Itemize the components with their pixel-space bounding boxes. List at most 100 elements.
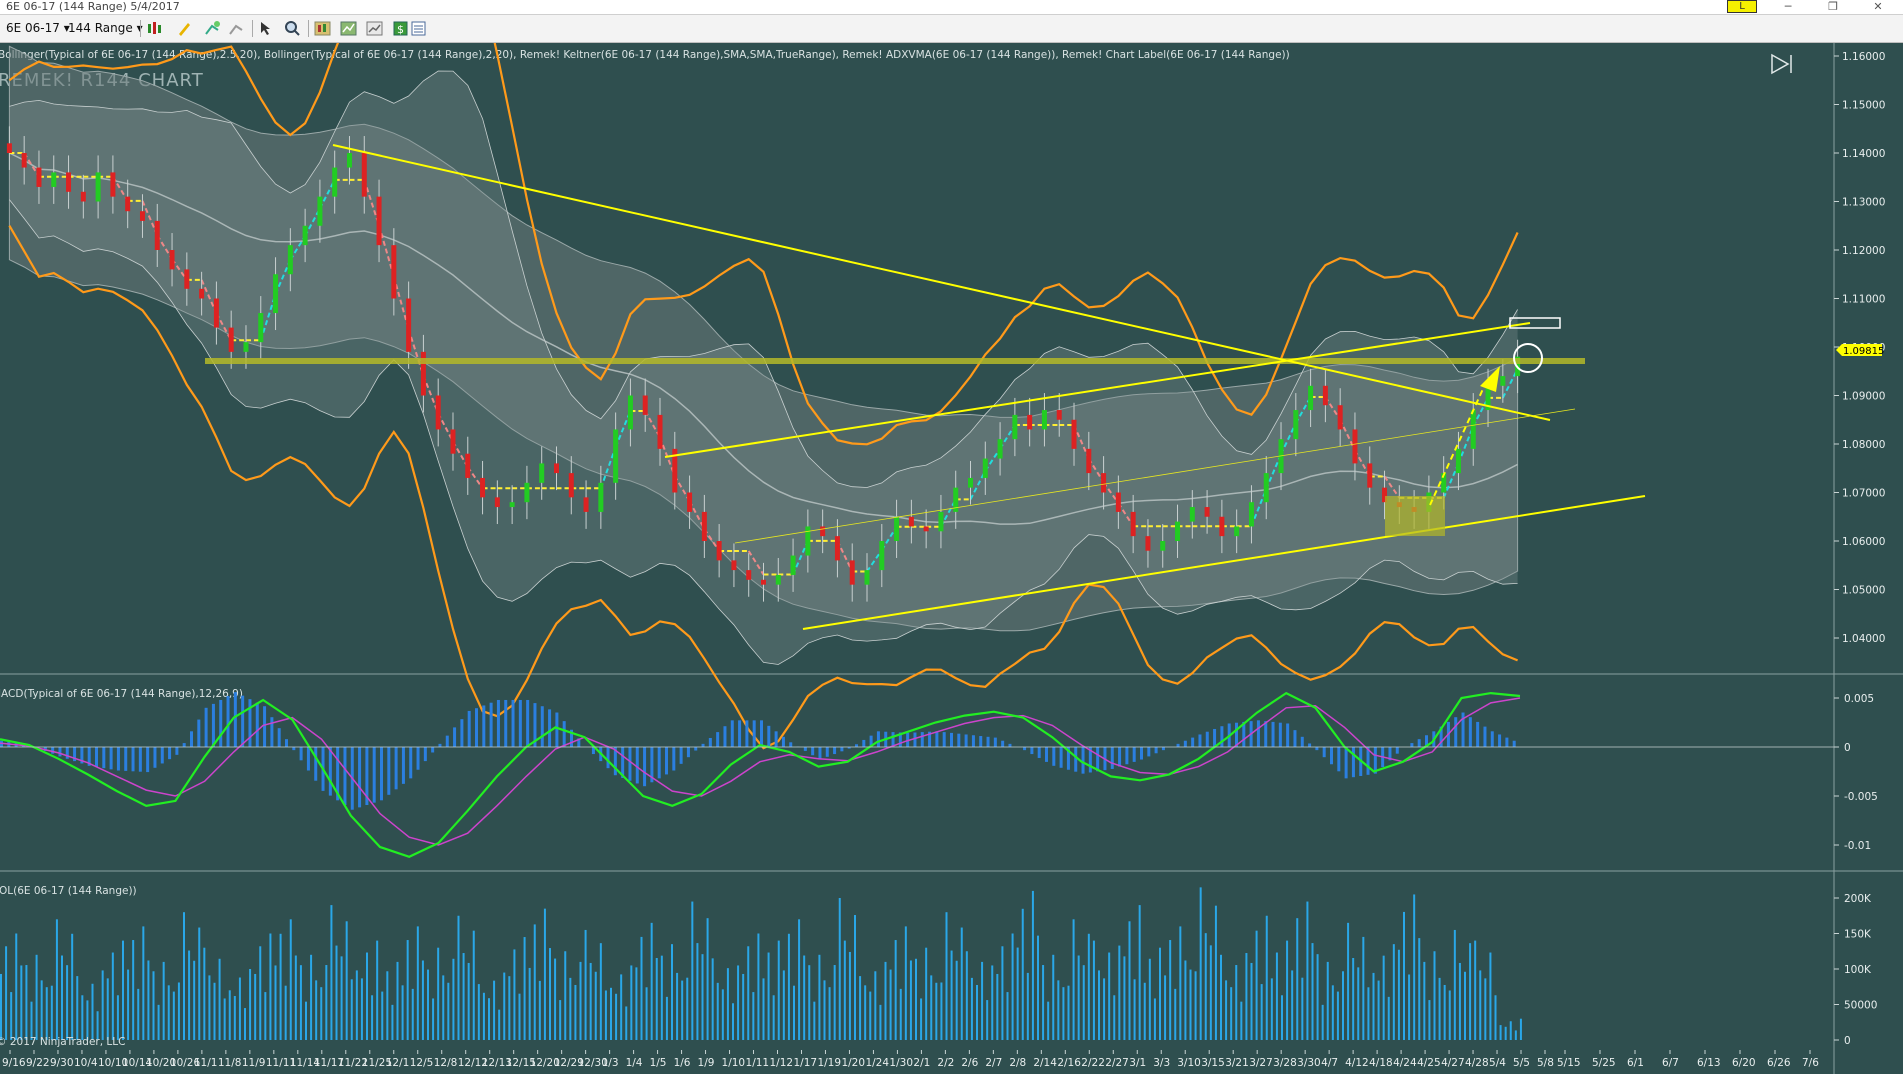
volume-bar xyxy=(986,1000,989,1040)
macd-histogram-bar xyxy=(306,747,310,771)
candle-body xyxy=(332,167,338,197)
volume-bar xyxy=(279,933,282,1040)
volume-bar xyxy=(1443,984,1446,1040)
restore-button[interactable]: ❐ xyxy=(1818,0,1848,14)
candle-body xyxy=(790,555,796,575)
volume-bar xyxy=(935,982,938,1040)
macd-histogram-bar xyxy=(811,747,815,756)
volume-bar xyxy=(996,973,999,1040)
cursor-icon[interactable] xyxy=(258,20,275,37)
macd-histogram-bar xyxy=(255,702,259,747)
macd-histogram-bar xyxy=(818,747,822,760)
candle-body xyxy=(1101,473,1107,493)
candle-body xyxy=(1308,385,1314,411)
chart-trader-icon[interactable]: $ xyxy=(392,20,409,37)
volume-bar xyxy=(528,967,531,1040)
volume-bar xyxy=(25,965,28,1040)
volume-bar xyxy=(1469,943,1472,1040)
price-tick-label: 1.06000 xyxy=(1842,536,1885,548)
macd-histogram-bar xyxy=(862,739,866,747)
candle-body xyxy=(361,153,367,197)
macd-histogram-bar xyxy=(1505,737,1509,747)
volume-bar xyxy=(259,946,262,1040)
candle-body xyxy=(66,172,72,192)
chart-canvas[interactable]: Bollinger(Typical of 6E 06-17 (144 Range… xyxy=(0,43,1903,1074)
volume-bar xyxy=(289,919,292,1040)
date-tick-label: 4/27 xyxy=(1441,1057,1465,1069)
zoom-icon[interactable] xyxy=(284,20,301,37)
candle-body xyxy=(287,245,293,275)
volume-bar xyxy=(61,955,63,1040)
volume-bar xyxy=(752,992,755,1040)
skip-to-end-icon[interactable] xyxy=(1771,53,1792,75)
candle-body xyxy=(997,439,1003,459)
volume-bar xyxy=(513,949,516,1040)
volume-bar xyxy=(930,975,933,1040)
volume-bar xyxy=(91,983,94,1040)
macd-histogram-bar xyxy=(1205,731,1209,747)
macd-histogram-bar xyxy=(292,747,296,751)
volume-bar xyxy=(5,946,8,1040)
volume-bar xyxy=(564,951,567,1040)
volume-bar xyxy=(1286,940,1289,1040)
candle-body xyxy=(184,269,190,289)
strategy-icon[interactable] xyxy=(228,20,245,37)
macd-histogram-bar xyxy=(876,731,880,747)
volume-bar xyxy=(294,955,297,1040)
volume-bar xyxy=(1392,944,1395,1040)
minimize-button[interactable]: ─ xyxy=(1773,0,1803,14)
volume-bar xyxy=(1260,984,1263,1040)
date-tick-label: 1/12 xyxy=(770,1057,794,1069)
volume-bar xyxy=(1270,978,1273,1040)
macd-histogram-bar xyxy=(58,747,62,757)
bar-style-icon[interactable] xyxy=(146,20,163,37)
link-badge[interactable]: L xyxy=(1727,0,1757,13)
volume-bar xyxy=(645,987,648,1040)
volume-bar xyxy=(1098,970,1100,1040)
candle-body xyxy=(1041,410,1047,430)
volume-bar xyxy=(1453,929,1456,1040)
date-tick-label: 3/27 xyxy=(1249,1057,1273,1069)
date-tick-label: 12/1 xyxy=(386,1057,410,1069)
date-tick-label: 1/20 xyxy=(841,1057,865,1069)
data-series-icon[interactable] xyxy=(314,20,331,37)
volume-tick-label: 200K xyxy=(1844,893,1872,905)
volume-bar xyxy=(726,968,729,1040)
volume-bar xyxy=(254,973,257,1040)
interval-selector[interactable]: 144 Range ▾ xyxy=(68,20,143,37)
macd-histogram-bar xyxy=(840,747,844,752)
macd-histogram-bar xyxy=(1110,747,1114,769)
indicators-icon[interactable] xyxy=(340,20,357,37)
close-button[interactable]: ✕ xyxy=(1863,0,1893,14)
drawing-tool-icon[interactable] xyxy=(176,20,193,37)
macd-histogram-bar xyxy=(708,737,712,747)
macd-histogram-bar xyxy=(211,703,215,747)
macd-histogram-bar xyxy=(168,747,172,760)
volume-bar xyxy=(848,951,851,1040)
volume-bar xyxy=(894,940,897,1040)
volume-bar xyxy=(132,940,135,1040)
volume-bar xyxy=(554,958,557,1040)
candle-body xyxy=(834,536,840,561)
volume-bar xyxy=(1006,992,1009,1040)
instrument-selector[interactable]: 6E 06-17 ▾ xyxy=(6,20,70,37)
volume-bar xyxy=(859,976,862,1040)
volume-bar xyxy=(111,952,114,1040)
add-indicator-icon[interactable] xyxy=(204,20,221,37)
date-tick-label: 4/18 xyxy=(1369,1057,1393,1069)
candle-body xyxy=(1352,429,1358,464)
volume-bar xyxy=(1291,970,1294,1040)
macd-histogram-bar xyxy=(774,731,778,747)
properties-icon[interactable] xyxy=(410,20,427,37)
volume-bar xyxy=(188,950,191,1040)
volume-bar xyxy=(1118,945,1121,1040)
macd-histogram-bar xyxy=(723,726,727,747)
volume-bar xyxy=(610,987,612,1040)
strategies-icon[interactable] xyxy=(366,20,383,37)
volume-bar xyxy=(86,1000,89,1040)
volume-bar xyxy=(1387,996,1390,1040)
macd-histogram-bar xyxy=(1074,747,1078,772)
candle-body xyxy=(6,143,12,153)
macd-histogram-bar xyxy=(1264,721,1268,747)
macd-histogram-bar xyxy=(1132,747,1136,762)
